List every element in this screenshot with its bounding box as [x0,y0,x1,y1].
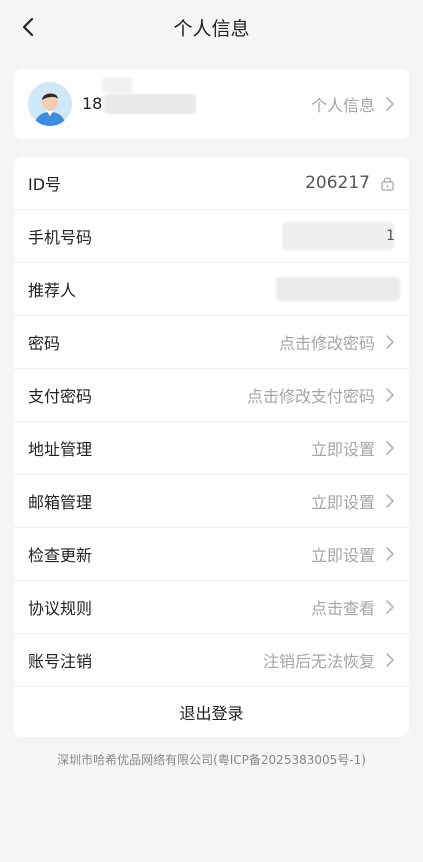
default-avatar-icon [28,82,72,126]
profile-detail-label: 个人信息 [310,96,375,115]
profile-card[interactable]: 18 个人信息 [14,69,409,139]
chevron-right-icon [386,441,394,455]
row-address[interactable]: 地址管理 立即设置 [14,422,409,475]
row-label: 检查更新 [28,546,93,565]
profile-detail-link[interactable]: 个人信息 [311,69,395,139]
row-label: 账号注销 [28,652,93,671]
row-cancel-account[interactable]: 账号注销 注销后无法恢复 [14,634,409,687]
row-pay-password[interactable]: 支付密码 点击修改支付密码 [14,369,409,422]
logout-button[interactable]: 退出登录 [14,687,409,737]
row-label: 协议规则 [28,599,93,618]
redacted-username-top [102,77,132,93]
address-value: 立即设置 [310,440,375,459]
row-label: ID号 [28,175,62,194]
row-password[interactable]: 密码 点击修改密码 [14,316,409,369]
chevron-right-icon [386,600,394,614]
phone-value: 1 [386,228,395,244]
chevron-right-icon [386,653,394,667]
row-phone[interactable]: 手机号码 1 [14,210,409,263]
row-label: 邮箱管理 [28,493,93,512]
pay-password-value: 点击修改支付密码 [246,387,375,406]
header-bar: 个人信息 [0,0,423,54]
agreement-value: 点击查看 [310,599,375,618]
row-label: 密码 [28,334,61,353]
page-title: 个人信息 [173,18,250,40]
row-email[interactable]: 邮箱管理 立即设置 [14,475,409,528]
row-agreement[interactable]: 协议规则 点击查看 [14,581,409,634]
chevron-right-icon [386,494,394,508]
row-label: 支付密码 [28,387,93,406]
redacted-phone [282,222,394,250]
row-referrer[interactable]: 推荐人 [14,263,409,316]
chevron-right-icon [386,388,394,402]
id-value: 206217 [305,173,370,193]
lock-icon [381,177,394,191]
email-value: 立即设置 [310,493,375,512]
cancel-account-value: 注销后无法恢复 [262,652,375,671]
password-value: 点击修改密码 [278,334,375,353]
chevron-right-icon [386,97,394,111]
redacted-username [104,94,196,114]
settings-list: ID号 206217 手机号码 1 推荐人 密码 点击修改密码 支付密码 点击修… [14,157,409,737]
row-label: 地址管理 [28,440,93,459]
redacted-referrer [276,277,400,301]
row-check-update[interactable]: 检查更新 立即设置 [14,528,409,581]
username-text: 18 [82,94,103,113]
check-update-value: 立即设置 [310,546,375,565]
footer-company-text: 深圳市哈希优品网络有限公司(粤ICP备2025383005号-1) [57,753,366,767]
row-label: 推荐人 [28,281,77,300]
chevron-right-icon [386,335,394,349]
chevron-right-icon [386,547,394,561]
row-id: ID号 206217 [14,157,409,210]
row-label: 手机号码 [28,228,93,247]
